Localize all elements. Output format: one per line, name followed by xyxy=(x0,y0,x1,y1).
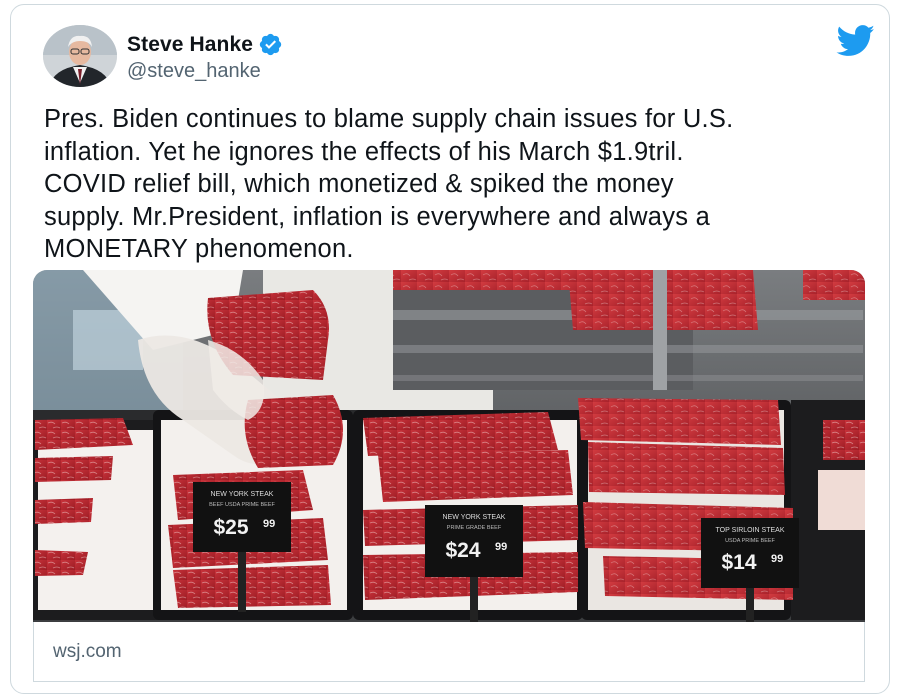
author-avatar[interactable] xyxy=(43,25,117,87)
author-handle[interactable]: @steve_hanke xyxy=(127,60,261,83)
author-display-name[interactable]: Steve Hanke xyxy=(127,33,253,57)
link-domain: wsj.com xyxy=(53,641,122,662)
price-tag-2-cents: 99 xyxy=(495,541,507,553)
price-tag-2-sub: PRIME GRADE BEEF xyxy=(447,525,502,531)
price-tag-1-title: NEW YORK STEAK xyxy=(211,491,274,498)
price-tag-3-title: TOP SIRLOIN STEAK xyxy=(716,527,785,534)
price-tag-2-price: $24 xyxy=(445,539,480,562)
price-tag-3-price: $14 xyxy=(721,551,756,574)
price-tag-1-price: $25 xyxy=(213,516,248,539)
price-tag-3-sub: USDA PRIME BEEF xyxy=(725,538,775,544)
price-tag-1-cents: 99 xyxy=(263,518,275,530)
link-card-footer[interactable]: wsj.com xyxy=(33,622,865,682)
author-name-row[interactable]: Steve Hanke xyxy=(127,32,283,57)
profile-photo-icon xyxy=(43,25,117,87)
twitter-bird-icon[interactable] xyxy=(836,25,876,57)
price-tag-1-sub: BEEF USDA PRIME BEEF xyxy=(209,502,275,508)
verified-badge-icon xyxy=(258,32,283,57)
price-tag-3-cents: 99 xyxy=(771,553,783,565)
tweet-text: Pres. Biden continues to blame supply ch… xyxy=(44,105,734,263)
meat-display-photo-icon: NEW YORK STEAK BEEF USDA PRIME BEEF $25 … xyxy=(33,270,865,622)
price-tag-2-title: NEW YORK STEAK xyxy=(443,514,506,521)
tweet-media-image[interactable]: NEW YORK STEAK BEEF USDA PRIME BEEF $25 … xyxy=(33,270,865,622)
